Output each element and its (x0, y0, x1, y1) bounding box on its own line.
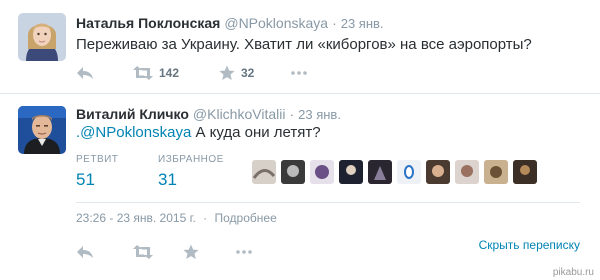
tweet-timestamp[interactable]: 23:26 - 23 янв. 2015 г. (76, 211, 196, 225)
retweet-button[interactable] (133, 242, 153, 262)
retweeter-avatar[interactable] (310, 160, 334, 184)
favorites-stat-label: ИЗБРАННОЕ (158, 154, 224, 165)
retweeter-avatar[interactable] (281, 160, 305, 184)
retweeter-avatar[interactable] (339, 160, 363, 184)
more-button[interactable] (236, 242, 252, 262)
more-icon (291, 71, 307, 75)
retweeter-avatar[interactable] (513, 160, 537, 184)
details-link[interactable]: Подробнее (215, 211, 277, 225)
star-icon (219, 65, 235, 80)
reply-button[interactable] (76, 242, 94, 262)
author-username[interactable]: @KlichkoVitalii (193, 106, 286, 122)
retweet-stat-label: РЕТВИТ (76, 154, 119, 165)
tweet-header: Наталья Поклонская @NPoklonskaya · 23 янв. (76, 15, 384, 31)
retweeter-avatar[interactable] (368, 160, 392, 184)
tweet-klichko: Виталий Кличко @KlichkoVitalii · 23 янв. .@… (0, 94, 600, 280)
retweet-stat-value: 51 (76, 170, 95, 189)
tweet-time[interactable]: 23 янв. (298, 107, 341, 122)
retweeter-avatar[interactable] (397, 160, 421, 184)
author-name[interactable]: Наталья Поклонская (76, 15, 220, 31)
tweet-text: Переживаю за Украину. Хватит ли «киборго… (76, 36, 532, 53)
retweeter-avatar[interactable] (426, 160, 450, 184)
favorite-count: 32 (241, 66, 255, 80)
retweeter-avatar[interactable] (455, 160, 479, 184)
collapse-conversation-link[interactable]: Скрыть переписку (479, 238, 580, 252)
retweet-icon (133, 66, 153, 80)
tweet-text: .@NPoklonskaya А куда они летят? (76, 124, 321, 141)
reply-icon (77, 67, 93, 79)
retweeter-avatars (252, 160, 542, 186)
mention-link[interactable]: @NPoklonskaya (80, 124, 191, 141)
tweet-body: А куда они летят? (191, 124, 321, 141)
avatar-klichko[interactable] (18, 106, 66, 154)
retweet-stat[interactable]: РЕТВИТ 51 (76, 154, 118, 190)
tweet-poklonskaya: Наталья Поклонская @NPoklonskaya · 23 янв. … (0, 0, 600, 94)
favorites-stat-value: 31 (158, 170, 177, 189)
tweet-time[interactable]: 23 янв. (341, 16, 384, 31)
tweet-meta: 23:26 - 23 янв. 2015 г. · Подробнее (76, 211, 277, 225)
favorites-stat[interactable]: ИЗБРАННОЕ 31 (158, 154, 224, 190)
more-icon (236, 250, 252, 254)
author-name[interactable]: Виталий Кличко (76, 106, 189, 122)
retweeter-avatar[interactable] (252, 160, 276, 184)
retweet-count: 142 (159, 66, 180, 80)
more-button[interactable] (291, 63, 307, 83)
tweet-header: Виталий Кличко @KlichkoVitalii · 23 янв. (76, 106, 341, 122)
separator-dot: · (289, 106, 295, 122)
star-icon (183, 244, 199, 259)
author-username[interactable]: @NPoklonskaya (224, 15, 328, 31)
favorite-button[interactable]: 32 (219, 63, 254, 83)
separator-dot: · (203, 211, 208, 225)
retweet-button[interactable]: 142 (133, 63, 179, 83)
retweet-icon (133, 245, 153, 259)
watermark: pikabu.ru (552, 267, 594, 278)
favorite-button[interactable] (183, 242, 199, 262)
divider (76, 202, 580, 203)
avatar-poklonskaya[interactable] (18, 13, 66, 61)
separator-dot: · (332, 15, 337, 31)
reply-button[interactable] (76, 63, 94, 83)
retweeter-avatar[interactable] (484, 160, 508, 184)
reply-icon (77, 246, 93, 258)
